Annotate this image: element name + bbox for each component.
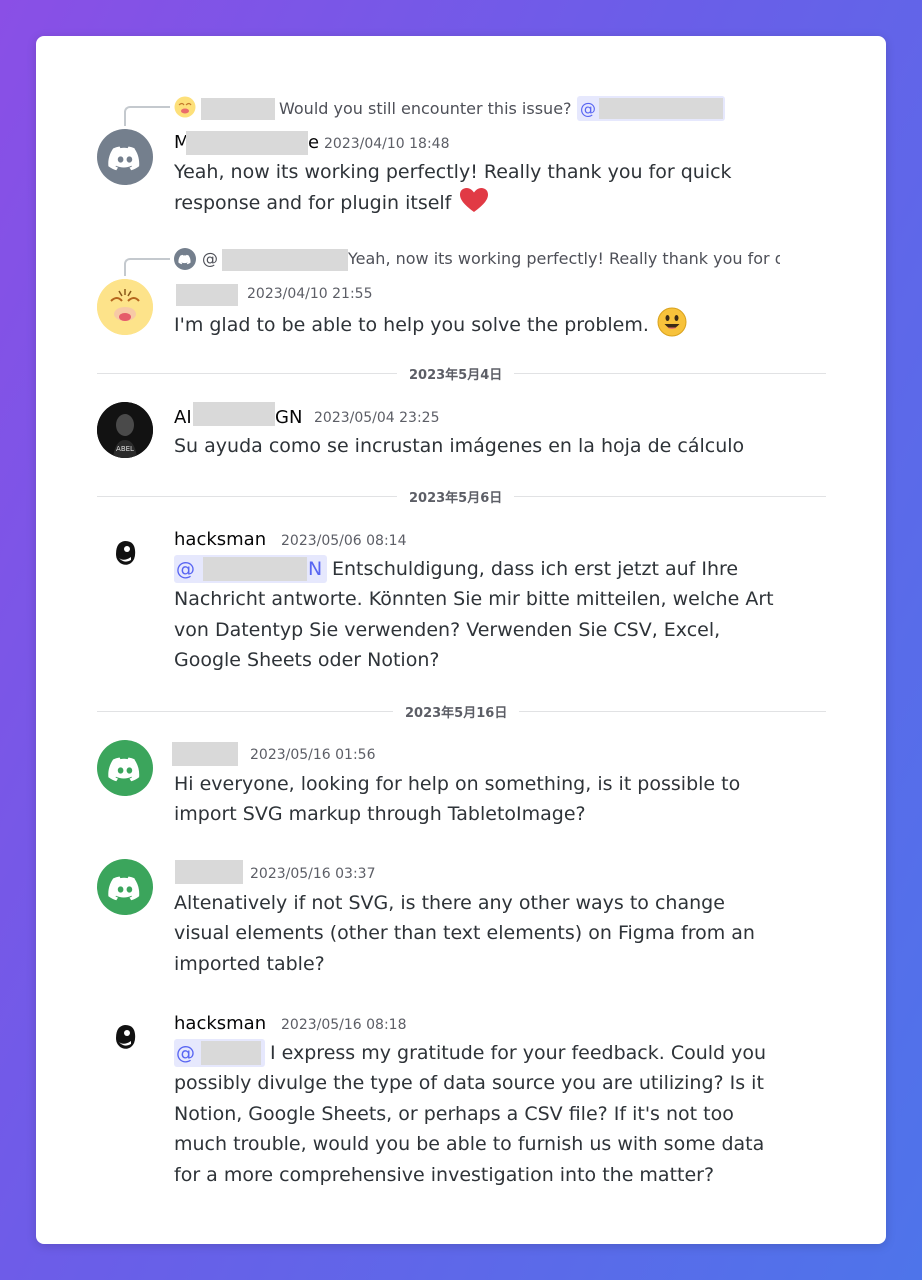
hacksman-avatar[interactable] (97, 525, 153, 581)
redacted-author (175, 860, 243, 884)
message-body: Yeah, now its working perfectly! Really … (174, 157, 734, 219)
redacted-mention (599, 98, 723, 119)
message-body: Altenatively if not SVG, is there any ot… (174, 892, 755, 975)
reply-mention-text: @ (580, 99, 596, 118)
reply-mention-text[interactable]: @ (202, 248, 218, 270)
discord-logo-icon (108, 876, 140, 901)
redacted-author (193, 402, 275, 426)
ghost-logo-icon (116, 1025, 136, 1049)
redacted-mention (222, 249, 348, 271)
svg-text:ABEL: ABEL (116, 445, 134, 453)
cartoon-avatar[interactable] (97, 279, 153, 335)
redacted-author (186, 131, 308, 155)
message-body: Hi everyone, looking for help on somethi… (174, 773, 741, 826)
reply-preview-text[interactable]: Would you still encounter this issue? (279, 98, 572, 120)
heart-emoji-icon (460, 188, 489, 213)
author-name[interactable]: hacksman (174, 1013, 266, 1034)
discord-avatar[interactable] (97, 129, 153, 185)
timestamp: 2023/04/10 21:55 (247, 286, 373, 302)
reply-avatar-icon (174, 96, 196, 118)
discord-logo-icon (108, 757, 140, 782)
message-body: Entschuldigung, dass ich erst jetzt auf … (174, 558, 774, 672)
timestamp: 2023/05/06 08:14 (281, 533, 407, 549)
author-name-tail: e (308, 132, 320, 153)
timestamp: 2023/05/16 08:18 (281, 1017, 407, 1033)
message-text: Yeah, now its working perfectly! Really … (174, 161, 732, 215)
hacksman-avatar[interactable] (97, 1009, 153, 1065)
reply-mention[interactable]: @ (577, 96, 725, 121)
message-body: I'm glad to be able to help you solve th… (174, 307, 794, 340)
ghost-logo-icon (116, 541, 136, 565)
timestamp: 2023/05/16 01:56 (250, 747, 376, 763)
user-photo-avatar[interactable]: ABEL (97, 402, 153, 458)
date-divider-label: 2023年5月4日 (397, 364, 515, 383)
discord-avatar[interactable] (97, 859, 153, 915)
author-name-tail: GN (275, 407, 303, 428)
portrait-icon: ABEL (97, 402, 153, 458)
message-body: I express my gratitude for your feedback… (174, 1042, 767, 1186)
smiley-emoji-icon (657, 307, 687, 337)
timestamp: 2023/05/04 23:25 (314, 410, 440, 426)
discord-logo-icon (108, 146, 140, 171)
message-body: Su ayuda como se incrustan imágenes en l… (174, 435, 745, 457)
duck-face-icon (97, 279, 153, 335)
reply-spine (124, 106, 170, 126)
reply-discord-icon (174, 248, 196, 270)
discord-avatar[interactable] (97, 740, 153, 796)
author-name[interactable]: hacksman (174, 529, 266, 550)
date-divider-label: 2023年5月16日 (393, 702, 520, 721)
timestamp: 2023/04/10 18:48 (324, 136, 450, 152)
redacted-author (172, 742, 238, 766)
message-text: I'm glad to be able to help you solve th… (174, 314, 649, 336)
redacted-username (201, 98, 275, 120)
redacted-author (176, 284, 238, 306)
date-divider-label: 2023年5月6日 (397, 487, 515, 506)
timestamp: 2023/05/16 03:37 (250, 866, 376, 882)
chat-card: Would you still encounter this issue? @ … (36, 36, 886, 1244)
reply-preview-text[interactable]: Yeah, now its working perfectly! Really … (348, 248, 780, 270)
author-name[interactable]: AI (174, 407, 192, 428)
reply-spine (124, 258, 170, 276)
